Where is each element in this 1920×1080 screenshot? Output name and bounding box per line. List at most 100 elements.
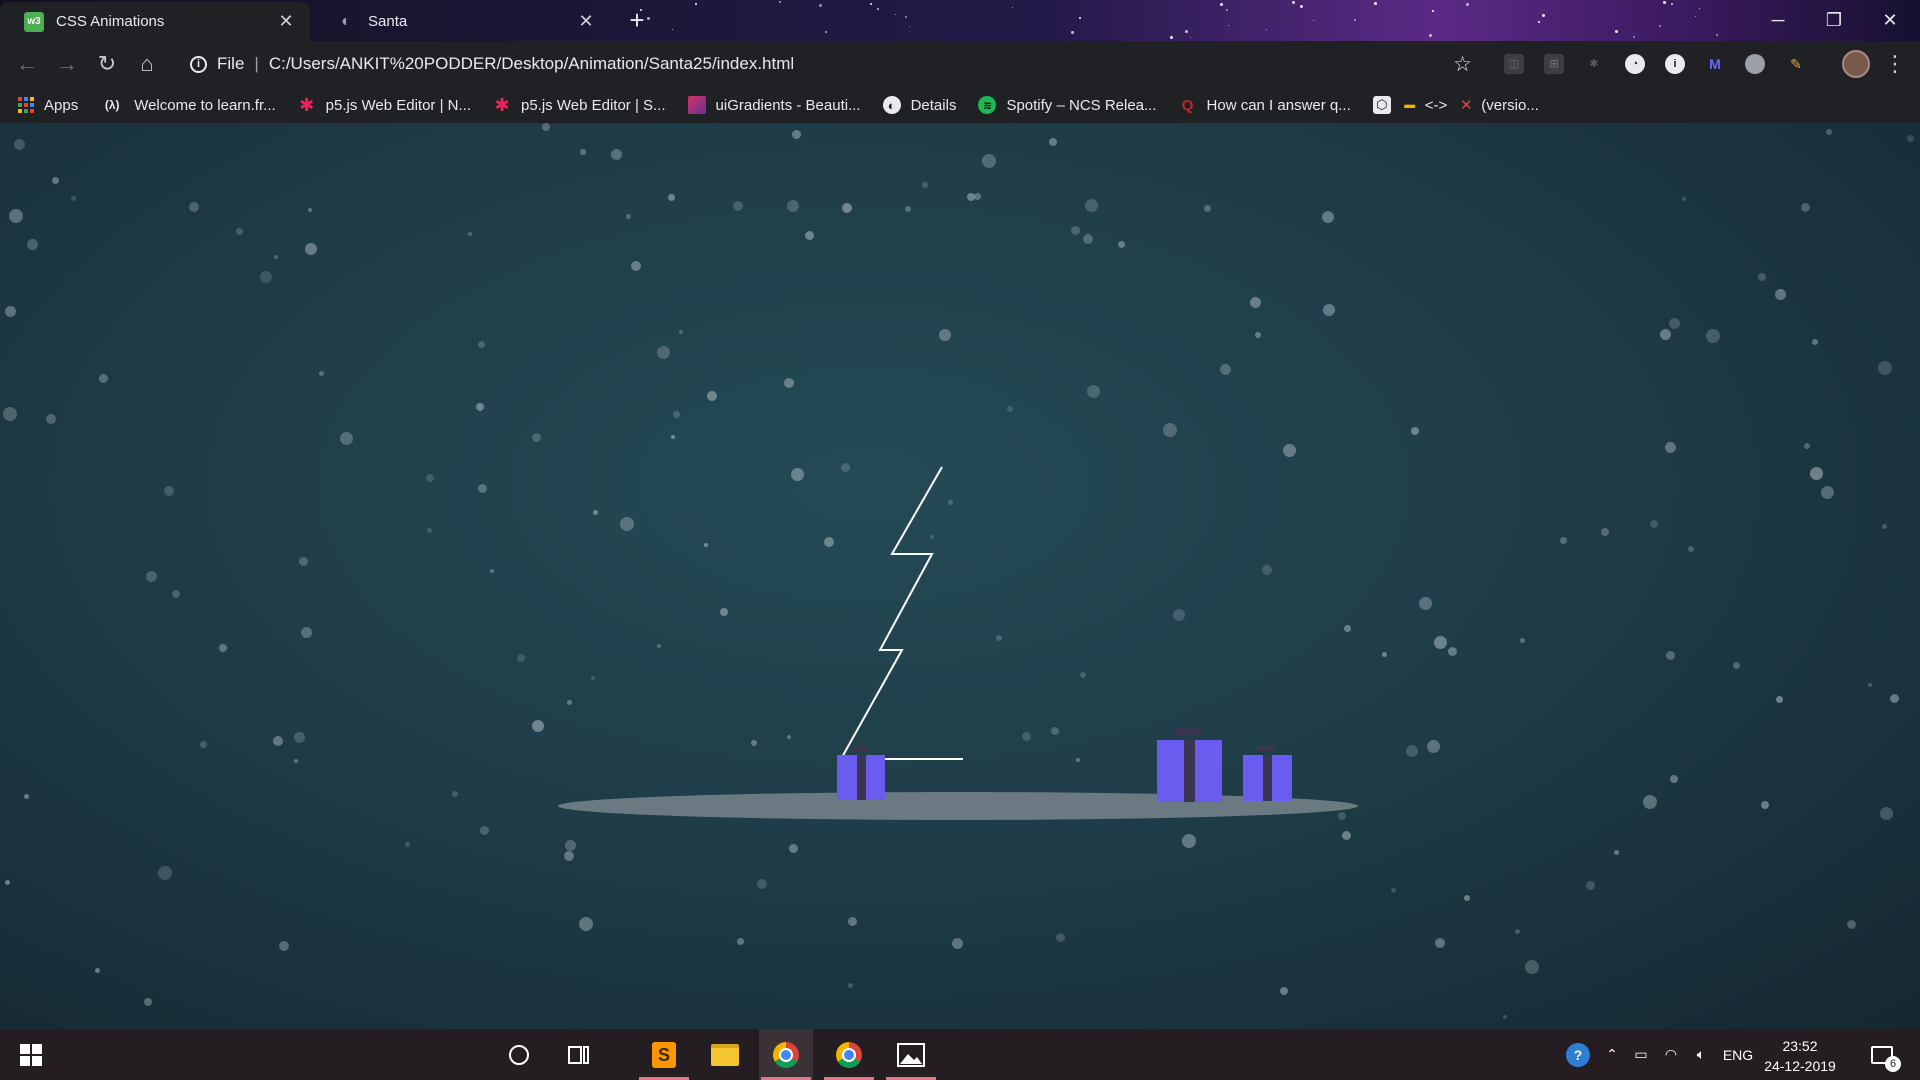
chrome-icon[interactable] — [822, 1029, 876, 1080]
extension-icon[interactable]: ⊞ — [1544, 54, 1564, 74]
star-decoration — [1071, 31, 1074, 34]
m-extension-icon[interactable]: M — [1705, 54, 1725, 74]
quora-icon: Q — [1181, 96, 1194, 114]
star-decoration — [870, 3, 872, 5]
tab-santa[interactable]: ◐ Santa ✕ — [312, 2, 610, 41]
volume-icon[interactable]: 🔈︎ — [1688, 1029, 1714, 1080]
star-decoration — [1671, 3, 1673, 5]
star-decoration — [1313, 20, 1314, 21]
bookmark-details[interactable]: ◐ Details — [882, 96, 956, 114]
star-decoration — [1542, 14, 1545, 17]
forward-button[interactable]: → — [52, 49, 82, 79]
tab-title: Santa — [368, 13, 408, 30]
bookmark-version[interactable]: ✕ (versio... — [1457, 96, 1539, 115]
star-decoration — [1374, 2, 1377, 5]
star-decoration — [1699, 8, 1700, 9]
divider: | — [254, 54, 259, 73]
profile-avatar[interactable] — [1842, 50, 1870, 78]
extension-icon[interactable]: ◫ — [1504, 54, 1524, 74]
star-decoration — [905, 16, 907, 18]
windows-start-icon[interactable] — [4, 1029, 58, 1080]
bookmark-freecodecamp[interactable]: (λ) Welcome to learn.fr... — [100, 96, 276, 114]
back-button[interactable]: ← — [12, 49, 42, 79]
extension-icon[interactable]: ✱ — [1584, 54, 1604, 74]
star-decoration — [1633, 36, 1635, 38]
new-tab-button[interactable]: + — [623, 7, 651, 35]
star-decoration — [1292, 1, 1295, 4]
star-decoration — [1538, 21, 1540, 23]
bookmark-label: (versio... — [1481, 96, 1539, 114]
address-bar[interactable]: i File | C:/Users/ANKIT%20PODDER/Desktop… — [176, 46, 1486, 82]
bookmark-apps[interactable]: Apps — [18, 97, 78, 114]
clock-time: 23:52 — [1782, 1038, 1818, 1054]
chevron-up-icon[interactable]: ⌃ — [1600, 1029, 1624, 1080]
star-decoration — [1228, 25, 1229, 26]
reload-button[interactable]: ↻ — [92, 49, 122, 79]
bookmark-label: p5.js Web Editor | S... — [521, 96, 666, 114]
bookmark-label: Welcome to learn.fr... — [134, 96, 276, 114]
star-decoration — [672, 29, 673, 30]
bookmark-label: uiGradients - Beauti... — [715, 96, 861, 114]
info-extension-icon[interactable]: i — [1665, 54, 1685, 74]
close-window-button[interactable]: ✕ — [1862, 0, 1918, 40]
spotify-icon: ≋ — [978, 96, 997, 114]
bookmark-label: How can I answer q... — [1206, 96, 1351, 114]
star-decoration — [877, 8, 879, 10]
browser-toolbar: ← → ↻ ⌂ i File | C:/Users/ANKIT%20PODDER… — [0, 41, 1920, 87]
bookmark-p5js-1[interactable]: ✱ p5.js Web Editor | N... — [298, 95, 471, 115]
gift-box-large — [1157, 727, 1222, 802]
tab-css-animations[interactable]: w3 CSS Animations ✕ — [0, 2, 310, 41]
star-decoration — [1266, 29, 1267, 30]
home-button[interactable]: ⌂ — [132, 49, 162, 79]
battery-icon[interactable]: ▭ — [1628, 1029, 1654, 1080]
notification-center-icon[interactable]: 6 — [1862, 1029, 1902, 1080]
speedometer-icon[interactable]: ◔ — [1625, 54, 1645, 74]
browser-menu-icon[interactable]: ⋮ — [1880, 49, 1910, 79]
windows-taskbar: S ? ⌃ ▭ ◠ 🔈︎ ENG 23:52 24-12-2019 6 — [0, 1029, 1920, 1080]
p5js-asterisk-icon: ✱ — [494, 94, 510, 115]
star-decoration — [1663, 1, 1666, 4]
minimize-button[interactable]: ─ — [1750, 0, 1806, 40]
task-view-icon[interactable] — [552, 1029, 606, 1080]
bookmark-uigradients[interactable]: uiGradients - Beauti... — [687, 96, 861, 114]
file-explorer-icon[interactable] — [698, 1029, 752, 1080]
globe-icon: ◐ — [882, 96, 901, 114]
sublime-text-icon[interactable]: S — [637, 1029, 691, 1080]
star-decoration — [819, 4, 822, 7]
help-icon[interactable]: ? — [1560, 1029, 1596, 1080]
url-text[interactable]: C:/Users/ANKIT%20PODDER/Desktop/Animatio… — [269, 54, 794, 74]
chrome-icon[interactable] — [759, 1029, 813, 1080]
cloud-extension-icon[interactable] — [1745, 54, 1765, 74]
star-decoration — [1300, 5, 1303, 8]
notification-count-badge: 6 — [1885, 1055, 1901, 1072]
close-tab-icon[interactable]: ✕ — [576, 11, 596, 32]
page-canvas — [0, 123, 1920, 1029]
photos-icon[interactable] — [884, 1029, 938, 1080]
clock[interactable]: 23:52 24-12-2019 — [1760, 1036, 1840, 1076]
star-decoration — [1226, 9, 1228, 11]
star-decoration — [1012, 7, 1013, 8]
cortana-circle-icon[interactable] — [492, 1029, 546, 1080]
bookmark-p5js-2[interactable]: ✱ p5.js Web Editor | S... — [493, 94, 666, 115]
close-tab-icon[interactable]: ✕ — [276, 11, 296, 32]
globe-icon: ◐ — [341, 12, 351, 30]
bookmark-star-icon[interactable]: ☆ — [1453, 52, 1472, 77]
bookmark-folder[interactable]: ▬ <-> — [1401, 96, 1448, 114]
bookmark-quora[interactable]: Q How can I answer q... — [1179, 96, 1351, 114]
maximize-button[interactable]: ❐ — [1806, 0, 1862, 40]
star-decoration — [1429, 34, 1432, 37]
bookmark-codepen[interactable]: ⬡ — [1372, 96, 1391, 114]
star-decoration — [825, 31, 827, 33]
language-indicator[interactable]: ENG — [1720, 1029, 1756, 1080]
star-decoration — [1716, 34, 1718, 36]
colorpicker-extension-icon[interactable]: ✎ — [1786, 54, 1806, 74]
star-decoration — [1170, 36, 1173, 39]
bookmark-label: <-> — [1424, 96, 1448, 114]
tab-strip: w3 CSS Animations ✕ ◐ Santa ✕ + ─ ❐ ✕ — [0, 0, 1920, 41]
site-info-icon[interactable]: i — [190, 55, 207, 73]
star-decoration — [695, 3, 697, 5]
wifi-icon[interactable]: ◠ — [1658, 1029, 1684, 1080]
bookmark-label: p5.js Web Editor | N... — [325, 96, 471, 114]
bookmark-spotify[interactable]: ≋ Spotify – NCS Relea... — [978, 96, 1157, 114]
folder-icon: ▬ — [1404, 99, 1416, 111]
